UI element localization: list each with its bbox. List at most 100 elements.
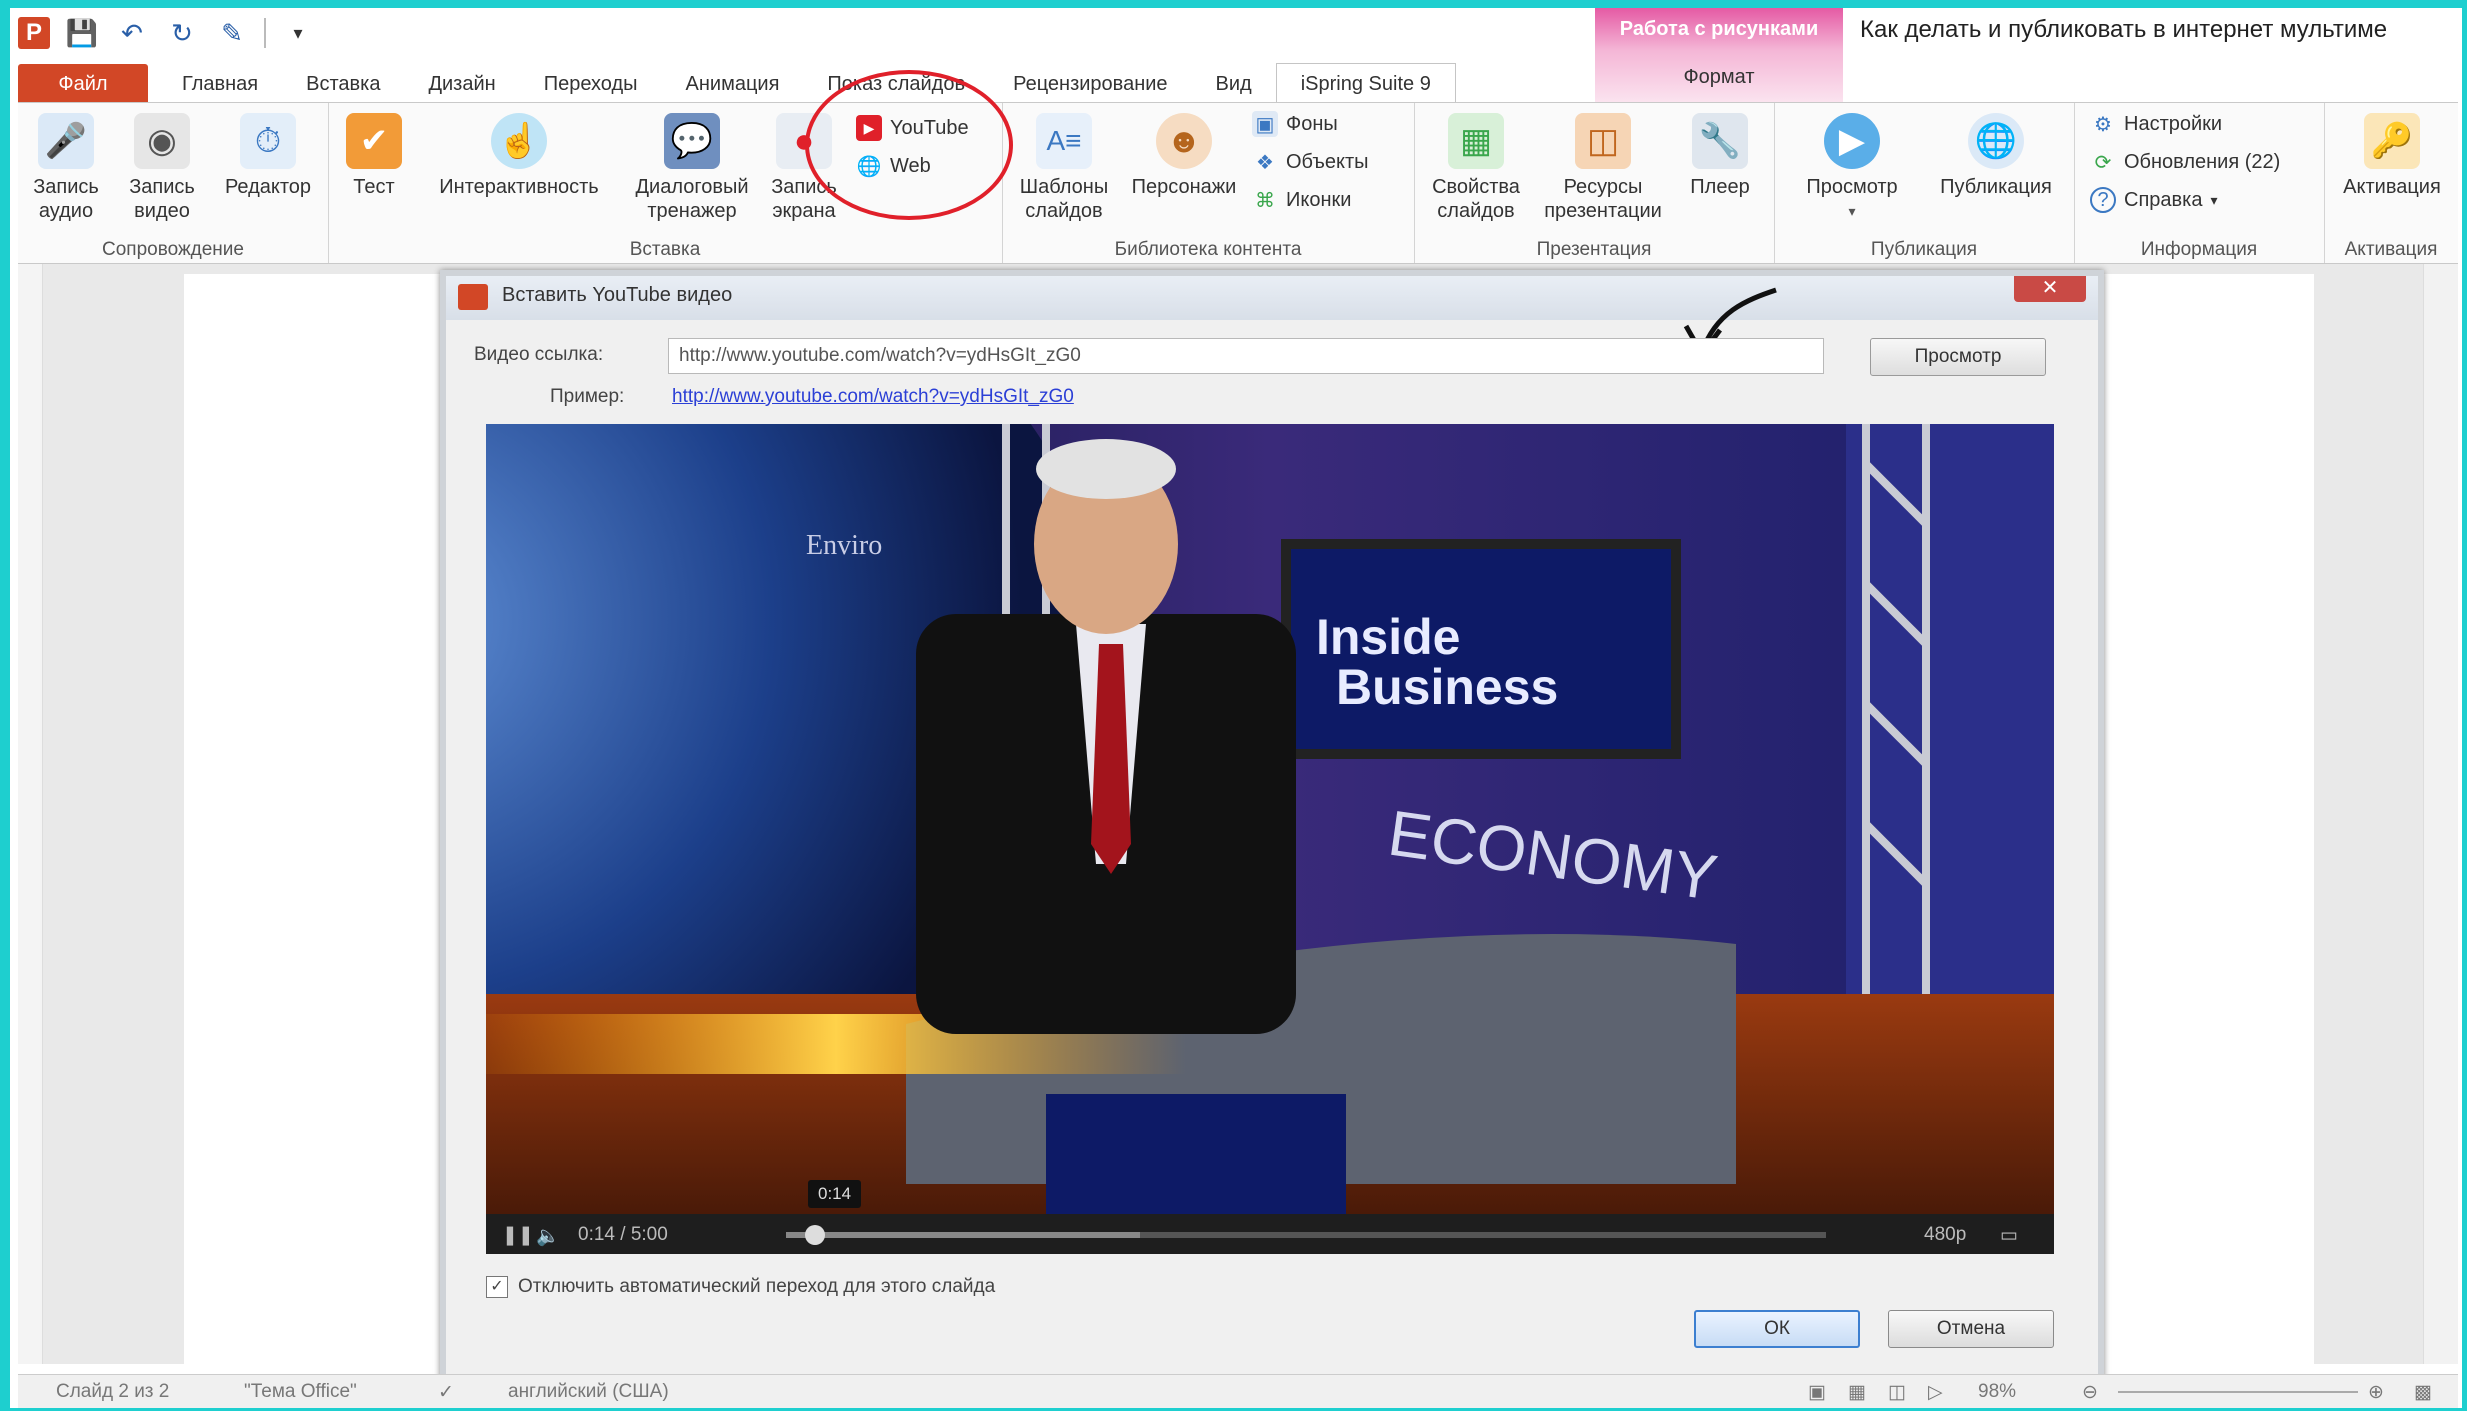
dialog-simulator-label: Диалоговый тренажер bbox=[635, 176, 749, 222]
activation-button[interactable]: 🔑 Активация bbox=[2334, 113, 2450, 199]
video-business-text: Business bbox=[1336, 659, 1558, 715]
group-content-library: A≡ Шаблоны слайдов ☻ Персонажи ▣ Фоны ❖ … bbox=[1002, 103, 1415, 263]
zoom-level[interactable]: 98% bbox=[1978, 1381, 2016, 1403]
tab-file[interactable]: Файл bbox=[18, 64, 148, 104]
volume-icon[interactable]: 🔈 bbox=[536, 1224, 560, 1248]
dialog-simulator-button[interactable]: 💬 Диалоговый тренажер bbox=[622, 113, 762, 223]
customize-qat-icon[interactable]: ▾ bbox=[280, 15, 316, 51]
publish-button[interactable]: 🌐 Публикация bbox=[1926, 113, 2066, 199]
command-icon: ⌘ bbox=[1255, 189, 1275, 212]
settings-button[interactable]: ⚙ Настройки bbox=[2090, 111, 2222, 137]
record-video-button[interactable]: ◉ Запись видео bbox=[120, 113, 204, 223]
updates-label: Обновления (22) bbox=[2124, 150, 2281, 173]
presentation-resources-button[interactable]: ◫ Ресурсы презентации bbox=[1538, 113, 1668, 223]
zoom-out-icon[interactable]: ⊖ bbox=[2082, 1381, 2098, 1404]
tab-design[interactable]: Дизайн bbox=[404, 64, 519, 104]
video-link-label: Видео ссылка: bbox=[474, 344, 604, 365]
tab-format[interactable]: Формат bbox=[1595, 66, 1843, 89]
group-label: Сопровождение bbox=[102, 239, 244, 260]
seek-handle[interactable] bbox=[805, 1225, 826, 1245]
tab-review[interactable]: Рецензирование bbox=[989, 64, 1191, 104]
dialog-title: Вставить YouTube видео bbox=[502, 284, 733, 306]
zoom-slider[interactable] bbox=[2118, 1391, 2358, 1393]
stopwatch-icon: ⏱ bbox=[240, 113, 296, 169]
preview-label: Просмотр bbox=[1806, 176, 1898, 198]
theme-name: "Тема Office" bbox=[244, 1381, 357, 1402]
example-label: Пример: bbox=[550, 386, 625, 407]
interactivity-button[interactable]: ☝ Интерактивность bbox=[424, 113, 614, 199]
preview-url-button[interactable]: Просмотр bbox=[1870, 338, 2046, 376]
language-indicator[interactable]: английский (США) bbox=[508, 1381, 669, 1403]
youtube-video-player[interactable]: Inside Business ECONOMY Enviro 0:14 ❚❚ 🔈 bbox=[486, 424, 2054, 1254]
tab-ispring[interactable]: iSpring Suite 9 bbox=[1275, 63, 1456, 104]
publish-globe-icon: 🌐 bbox=[1968, 113, 2024, 169]
ok-button[interactable]: ОК bbox=[1694, 1310, 1860, 1348]
backgrounds-button[interactable]: ▣ Фоны bbox=[1252, 111, 1338, 137]
microphone-icon: 🎤 bbox=[38, 113, 94, 169]
reading-view-icon[interactable]: ◫ bbox=[1888, 1381, 1906, 1404]
tab-animation[interactable]: Анимация bbox=[662, 64, 804, 104]
spellcheck-icon[interactable]: ✓ bbox=[438, 1381, 454, 1404]
undo-icon[interactable]: ↶ bbox=[114, 15, 150, 51]
editor-button[interactable]: ⏱ Редактор bbox=[216, 113, 320, 199]
normal-view-icon[interactable]: ▣ bbox=[1808, 1381, 1826, 1404]
picture-tools-context-tab: Работа с рисунками Формат bbox=[1595, 8, 1843, 102]
window-title: Как делать и публиковать в интернет муль… bbox=[1860, 16, 2388, 43]
seek-tooltip: 0:14 bbox=[808, 1180, 862, 1208]
objects-button[interactable]: ❖ Объекты bbox=[1252, 149, 1368, 175]
auto-advance-checkbox[interactable]: ✓ bbox=[486, 1276, 508, 1298]
icons-button[interactable]: ⌘ Иконки bbox=[1252, 187, 1351, 213]
tab-home[interactable]: Главная bbox=[158, 64, 282, 104]
seek-bar[interactable] bbox=[786, 1225, 1826, 1245]
cancel-button[interactable]: Отмена bbox=[1888, 1310, 2054, 1348]
vertical-scrollbar[interactable] bbox=[2423, 264, 2458, 1364]
objects-label: Объекты bbox=[1286, 150, 1369, 173]
auto-advance-option[interactable]: ✓ Отключить автоматический переход для э… bbox=[486, 1276, 995, 1298]
redo-icon[interactable]: ↻ bbox=[164, 15, 200, 51]
updates-button[interactable]: ⟳ Обновления (22) bbox=[2090, 149, 2281, 175]
quiz-button[interactable]: ✔ Тест bbox=[334, 113, 414, 199]
video-link-input[interactable] bbox=[668, 338, 1824, 374]
dialog-app-icon bbox=[458, 284, 488, 310]
tab-view[interactable]: Вид bbox=[1192, 64, 1276, 104]
player-button[interactable]: 🔧 Плеер bbox=[1676, 113, 1764, 199]
slideshow-view-icon[interactable]: ▷ bbox=[1928, 1381, 1943, 1404]
player-time: 0:14 / 5:00 bbox=[578, 1224, 668, 1245]
slide-properties-button[interactable]: ▦ Свойства слайдов bbox=[1418, 113, 1534, 223]
backgrounds-label: Фоны bbox=[1286, 112, 1338, 135]
quiz-check-icon: ✔ bbox=[346, 113, 402, 169]
publish-label: Публикация bbox=[1940, 176, 2052, 198]
slide-sorter-icon[interactable]: ▦ bbox=[1848, 1381, 1866, 1404]
slide-template-icon: A≡ bbox=[1036, 113, 1092, 169]
quality-selector[interactable]: 480p bbox=[1924, 1224, 1966, 1246]
ribbon: 🎤 Запись аудио ◉ Запись видео ⏱ Редактор… bbox=[18, 102, 2458, 265]
group-activation: 🔑 Активация Активация bbox=[2324, 103, 2458, 263]
slide-templates-button[interactable]: A≡ Шаблоны слайдов bbox=[1008, 113, 1120, 223]
slide-counter: Слайд 2 из 2 bbox=[56, 1381, 170, 1402]
powerpoint-logo-icon: P bbox=[18, 17, 50, 49]
group-label: Вставка bbox=[629, 239, 701, 260]
tab-insert[interactable]: Вставка bbox=[282, 64, 404, 104]
zoom-in-icon[interactable]: ⊕ bbox=[2368, 1381, 2384, 1404]
save-icon[interactable]: 💾 bbox=[64, 15, 100, 51]
fullscreen-icon[interactable]: ▭ bbox=[2000, 1224, 2018, 1247]
close-button[interactable]: ✕ bbox=[2014, 276, 2086, 302]
chevron-down-icon: ▾ bbox=[1848, 203, 1856, 219]
example-link[interactable]: http://www.youtube.com/watch?v=ydHsGIt_z… bbox=[672, 386, 1074, 408]
slide-templates-label: Шаблоны слайдов bbox=[1019, 176, 1109, 222]
interactivity-label: Интерактивность bbox=[439, 176, 599, 198]
group-label: Публикация bbox=[1870, 239, 1978, 260]
help-button[interactable]: ? Справка ▾ bbox=[2090, 187, 2218, 213]
quiz-label: Тест bbox=[353, 176, 395, 198]
preview-button[interactable]: ▶ Просмотр ▾ bbox=[1792, 113, 1912, 223]
characters-button[interactable]: ☻ Персонажи bbox=[1122, 113, 1246, 199]
pause-icon[interactable]: ❚❚ bbox=[502, 1224, 534, 1247]
editor-label: Редактор bbox=[224, 176, 312, 198]
record-audio-button[interactable]: 🎤 Запись аудио bbox=[24, 113, 108, 223]
play-preview-icon: ▶ bbox=[1824, 113, 1880, 169]
touch-mode-icon[interactable]: ✎ bbox=[214, 15, 250, 51]
player-settings-icon: 🔧 bbox=[1692, 113, 1748, 169]
tab-transitions[interactable]: Переходы bbox=[520, 64, 662, 104]
toolbar-separator bbox=[264, 18, 266, 48]
fit-to-window-icon[interactable]: ▩ bbox=[2414, 1381, 2432, 1404]
